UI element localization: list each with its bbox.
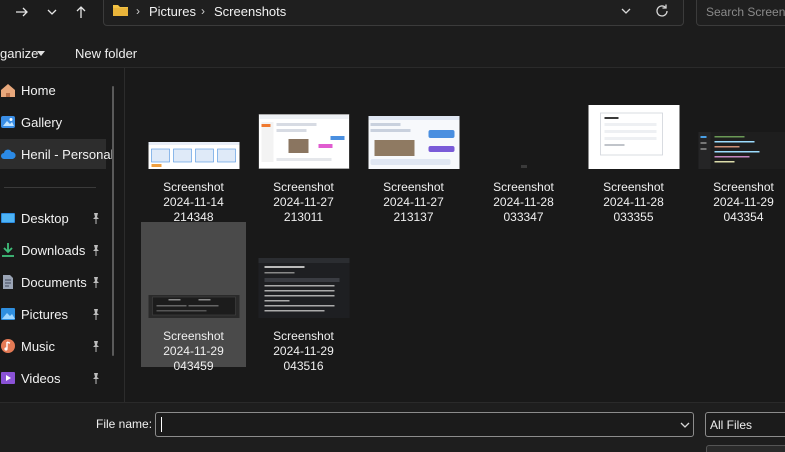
pin-icon[interactable] [91,276,101,288]
file-item[interactable]: Screenshot 2024-11-28 033347 [471,73,576,224]
arrow-up-icon [76,6,86,18]
music-icon [1,339,15,353]
image-thumbnail [148,142,239,169]
desktop-icon [1,213,15,223]
download-icon [2,243,14,257]
caret-down-icon [37,51,45,56]
sidebar-item-videos[interactable]: Videos [0,363,106,393]
pin-icon[interactable] [91,372,101,384]
image-thumbnail [698,132,785,169]
file-item[interactable]: Screenshot 2024-11-27 213137 [361,73,466,224]
documents-icon [3,275,13,289]
chevron-down-icon[interactable] [619,4,633,18]
file-name: Screenshot 2024-11-29 043516 [273,329,334,373]
sidebar-item-label: Henil - Personal [21,146,114,162]
new-folder-button[interactable]: New folder [75,46,137,61]
videos-icon [1,372,15,384]
sidebar-item-documents[interactable]: Documents [0,267,106,297]
search-box[interactable]: Search Screenshots [696,0,785,26]
image-thumbnail [148,295,239,318]
sidebar-item-label: Home [21,82,56,98]
home-icon [1,84,15,97]
chevron-down-icon [47,9,57,15]
pin-icon[interactable] [91,340,101,352]
file-name: Screenshot 2024-11-14 214348 [163,180,224,224]
file-type-select[interactable]: All Files [705,412,785,437]
sidebar-scrollbar[interactable] [112,86,114,356]
sidebar-item-pictures[interactable]: Pictures [0,299,106,329]
file-name: Screenshot 2024-11-28 033355 [603,180,664,224]
sidebar-item-label: Gallery [21,114,63,130]
pin-icon[interactable] [91,308,101,320]
file-name-field[interactable] [159,416,679,433]
file-list: Screenshot 2024-11-14 214348 Screenshot 202… [124,68,785,402]
folder-icon [113,5,128,16]
sidebar-item-desktop[interactable]: Desktop [0,203,106,233]
breadcrumb-pictures[interactable]: Pictures [149,4,196,19]
forward-button[interactable] [9,2,35,22]
breadcrumb-screenshots[interactable]: Screenshots [214,4,286,19]
image-thumbnail [368,116,459,169]
breadcrumb-separator: › [201,4,205,18]
file-name: Screenshot 2024-11-27 213137 [383,180,444,224]
gallery-icon [1,116,15,128]
file-item[interactable]: Screenshot 2024-11-29 043516 [251,222,356,373]
sidebar-item-home[interactable]: Home [0,75,106,105]
sidebar-item-label: Videos [21,370,61,386]
sidebar-divider [4,187,96,188]
cloud-icon [1,149,16,159]
sidebar-item-label: Music [21,338,55,354]
image-thumbnail [520,165,527,168]
image-thumbnail [258,114,349,169]
recent-locations-button[interactable] [39,2,65,22]
open-button[interactable] [706,445,785,452]
file-name: Screenshot 2024-11-28 033347 [493,180,554,224]
file-name-label: File name: [96,417,153,431]
refresh-icon[interactable] [654,3,670,19]
command-bar: ganize New folder [0,38,785,68]
up-button[interactable] [68,2,94,22]
sidebar-item-gallery[interactable]: Gallery [0,107,106,137]
file-item[interactable]: Screenshot 2024-11-14 214348 [141,73,246,224]
file-dialog-footer: File name: All Files [0,402,785,452]
sidebar-item-downloads[interactable]: Downloads [0,235,106,265]
sidebar-item-label: Desktop [21,210,69,226]
image-thumbnail [588,105,679,169]
sidebar-item-music[interactable]: Music [0,331,106,361]
chevron-down-icon[interactable] [679,419,691,431]
arrow-right-icon [16,7,28,17]
pictures-icon [1,308,15,320]
navigation-pane: Home Gallery Henil - Personal Desktop Do… [0,68,124,402]
file-item[interactable]: Screenshot 2024-11-27 213011 [251,73,356,224]
pin-icon[interactable] [91,212,101,224]
sidebar-item-label: Documents [21,274,87,290]
address-toolbar: › Pictures › Screenshots Search Screensh… [0,0,785,38]
file-item[interactable]: Screenshot 2024-11-29 043459 [141,222,246,373]
text-cursor [161,417,162,432]
file-item[interactable]: Screenshot 2024-11-28 033355 [581,73,686,224]
sidebar-item-label: Pictures [21,306,68,322]
file-name-combobox[interactable] [155,412,694,437]
image-thumbnail [258,258,349,318]
address-bar[interactable]: › Pictures › Screenshots [103,0,684,26]
file-type-value: All Files [710,418,753,432]
file-name: Screenshot 2024-11-27 213011 [273,180,334,224]
sidebar-item-label: Downloads [21,242,86,258]
file-name: Screenshot 2024-11-29 043459 [163,329,224,373]
breadcrumb-separator: › [136,4,140,18]
pin-icon[interactable] [91,244,101,256]
search-placeholder: Search Screenshots [706,5,785,19]
organize-button[interactable]: ganize [0,46,38,61]
file-name: Screenshot 2024-11-29 043354 [713,180,774,224]
file-item[interactable]: Screenshot 2024-11-29 043354 [691,73,785,224]
sidebar-item-onedrive[interactable]: Henil - Personal [0,139,114,169]
